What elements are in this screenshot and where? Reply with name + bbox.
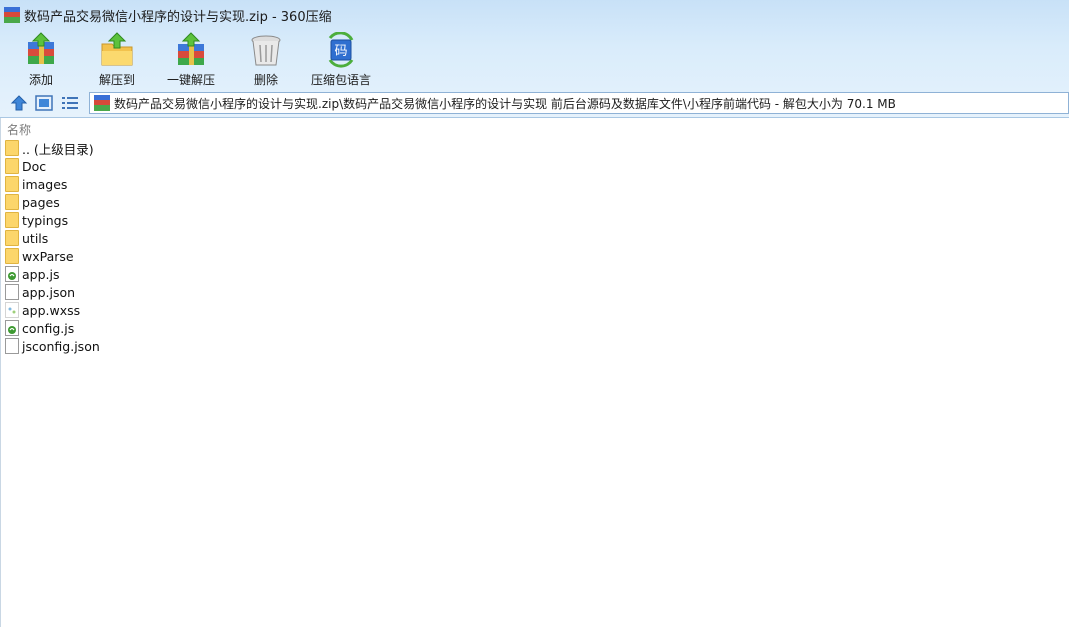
list-item[interactable]: wxParse [5,247,100,265]
list-item[interactable]: .. (上级目录) [5,139,100,157]
folder-icon [5,230,19,246]
list-item[interactable]: utils [5,229,100,247]
file-icon [5,284,19,300]
view-icon[interactable] [35,94,53,112]
top-panel: 数码产品交易微信小程序的设计与实现.zip - 360压缩 添加 解压到 一键解… [0,0,1069,118]
folder-icon [5,140,19,156]
list-view-icon[interactable] [61,94,79,112]
item-name: Doc [22,158,47,174]
archive-language-button[interactable]: 码 压缩包语言 [308,31,374,88]
title-bar: 数码产品交易微信小程序的设计与实现.zip - 360压缩 [0,0,1069,30]
item-name: config.js [22,320,75,336]
folder-icon [5,194,19,210]
address-path: 数码产品交易微信小程序的设计与实现.zip\数码产品交易微信小程序的设计与实现 … [114,96,896,111]
file-icon [5,338,19,354]
list-item[interactable]: Doc [5,157,100,175]
svg-text:码: 码 [334,44,347,59]
list-item[interactable]: app.json [5,283,100,301]
trash-icon [247,32,285,68]
list-item[interactable]: config.js [5,319,100,337]
add-button[interactable]: 添加 [18,32,64,88]
item-name: jsconfig.json [22,338,100,354]
archive-window: 数码产品交易微信小程序的设计与实现.zip - 360压缩 添加 解压到 一键解… [0,0,1069,627]
toolbar: 添加 解压到 一键解压 删除 码 压缩包语言 [0,30,1069,88]
add-label: 添加 [28,73,53,87]
js-file-icon [5,266,19,282]
folder-icon [5,212,19,228]
list-item[interactable]: app.wxss [5,301,100,319]
archive-icon [94,95,110,111]
up-arrow-icon[interactable] [10,94,28,112]
list-item[interactable]: typings [5,211,100,229]
item-name: typings [22,212,69,228]
add-icon [22,32,60,68]
folder-icon [5,248,19,264]
js-file-icon [5,320,19,336]
window-title: 数码产品交易微信小程序的设计与实现.zip - 360压缩 [24,9,332,25]
item-name: pages [22,194,60,210]
extract-to-button[interactable]: 解压到 [94,32,140,88]
file-list: 名称 .. (上级目录) Doc images pages typings utils wx… [0,118,1069,627]
delete-label: 删除 [253,73,278,87]
item-name: app.js [22,266,60,282]
wxss-file-icon [5,302,19,318]
item-name: wxParse [22,248,74,264]
address-bar: 数码产品交易微信小程序的设计与实现.zip\数码产品交易微信小程序的设计与实现 … [0,90,1069,116]
extract-to-label: 解压到 [98,73,135,87]
address-field[interactable]: 数码产品交易微信小程序的设计与实现.zip\数码产品交易微信小程序的设计与实现 … [89,92,1069,114]
item-name: app.wxss [22,302,81,318]
language-code-icon: 码 [322,31,360,68]
item-name: .. (上级目录) [22,141,94,157]
one-click-extract-button[interactable]: 一键解压 [164,32,218,88]
archive-icon [4,7,20,23]
folder-icon [5,158,19,174]
file-rows: .. (上级目录) Doc images pages typings utils wxPar… [5,139,100,355]
one-click-extract-label: 一键解压 [166,73,215,87]
list-item[interactable]: images [5,175,100,193]
column-header-name[interactable]: 名称 [7,121,31,138]
one-click-extract-icon [172,32,210,68]
folder-icon [5,176,19,192]
item-name: utils [22,230,49,246]
item-name: app.json [22,284,76,300]
extract-folder-icon [98,32,136,68]
archive-language-label: 压缩包语言 [310,73,371,87]
item-name: images [22,176,68,192]
delete-button[interactable]: 删除 [244,32,288,88]
list-item[interactable]: app.js [5,265,100,283]
list-item[interactable]: jsconfig.json [5,337,100,355]
list-item[interactable]: pages [5,193,100,211]
